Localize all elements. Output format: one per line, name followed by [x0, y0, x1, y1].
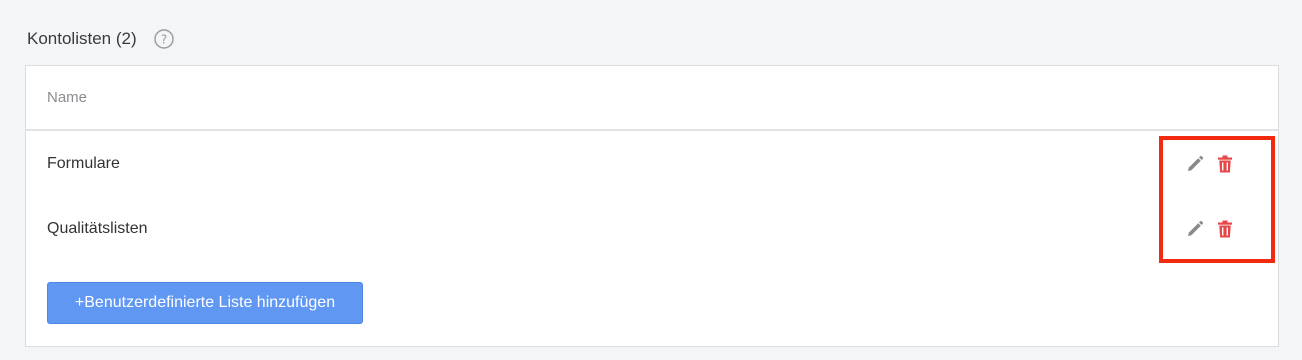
table-header: Name [26, 66, 1278, 131]
section-header: Kontolisten (2) ? [27, 26, 174, 52]
row-actions [1186, 154, 1234, 174]
pencil-icon[interactable] [1186, 219, 1204, 239]
row-name: Qualitätslisten [47, 220, 148, 237]
section-title: Kontolisten (2) [27, 29, 137, 48]
pencil-icon[interactable] [1186, 154, 1204, 174]
lists-table-card: Name Formulare Qualitätslisten +Benutzer… [25, 65, 1279, 347]
table-row: Formulare [26, 144, 1278, 184]
question-circle-icon[interactable]: ? [153, 29, 174, 49]
row-actions [1186, 219, 1234, 239]
row-name: Formulare [47, 155, 120, 172]
column-header-name: Name [47, 89, 88, 106]
trash-icon[interactable] [1216, 219, 1234, 239]
table-row: Qualitätslisten [26, 209, 1278, 249]
svg-text:?: ? [160, 33, 166, 47]
add-custom-list-button[interactable]: +Benutzerdefinierte Liste hinzufügen [47, 282, 363, 324]
trash-icon[interactable] [1216, 154, 1234, 174]
